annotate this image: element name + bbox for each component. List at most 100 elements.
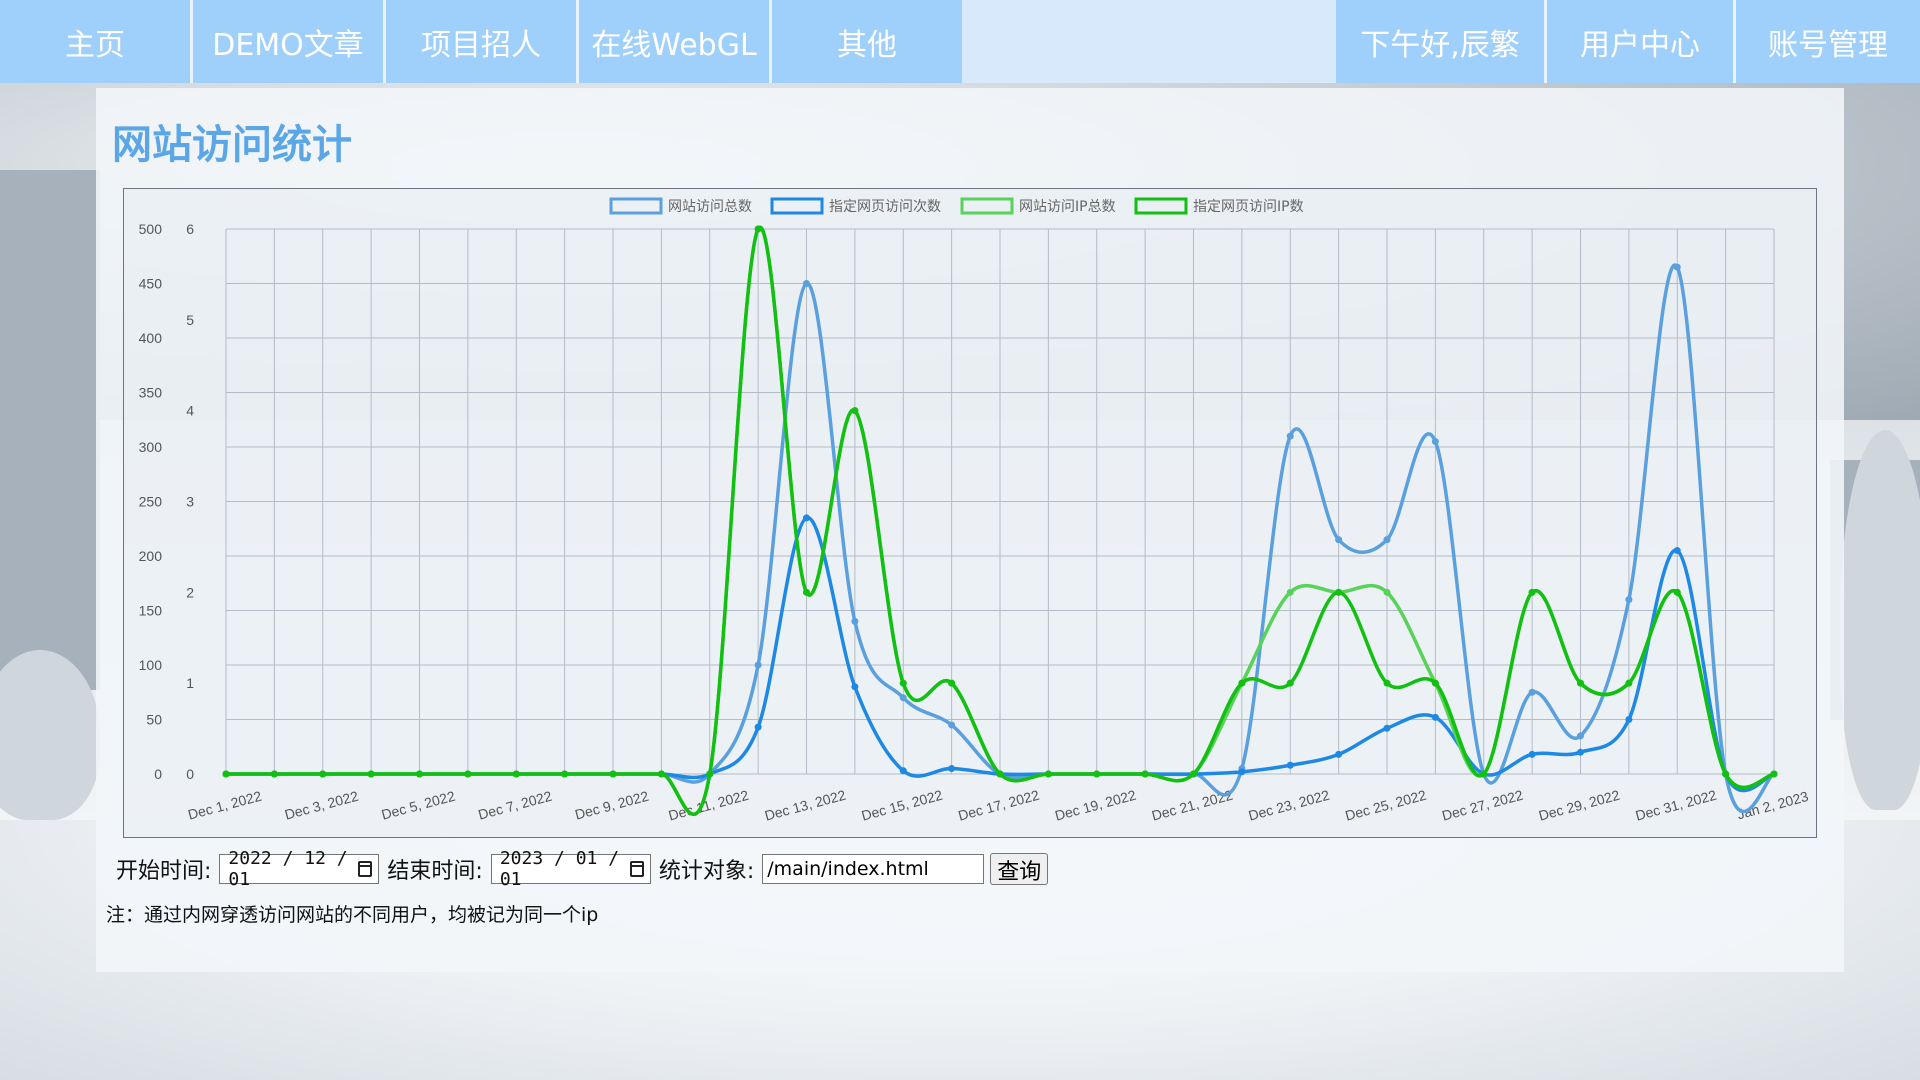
series-point-1 (803, 514, 810, 522)
page-title: 网站访问统计 (112, 122, 352, 168)
series-point-0 (1577, 732, 1584, 740)
y-left-tick-label: 300 (139, 439, 163, 455)
nav-webgl[interactable]: 在线WebGL (576, 0, 769, 83)
legend-swatch (960, 197, 1014, 215)
series-point-0 (1383, 536, 1391, 544)
x-tick-label: Dec 21, 2022 (1150, 787, 1235, 824)
x-tick-label: Dec 17, 2022 (956, 787, 1041, 824)
series-point-0 (1335, 536, 1343, 544)
nav-greeting[interactable]: 下午好,辰繁 (1336, 0, 1544, 83)
background-building-left (0, 170, 100, 690)
series-point-1 (754, 723, 762, 731)
y-right-tick-label: 0 (186, 766, 194, 782)
y-left-tick-label: 250 (139, 494, 163, 510)
x-tick-label: Dec 29, 2022 (1537, 787, 1622, 824)
start-date-input[interactable]: 2022 / 12 / 01 (219, 848, 380, 890)
series-point-3 (270, 770, 278, 778)
series-point-0 (1673, 263, 1681, 271)
series-point-3 (1577, 679, 1584, 687)
series-point-2 (1286, 588, 1294, 596)
series-point-1 (1431, 713, 1439, 721)
series-point-3 (416, 770, 423, 778)
series-point-3 (512, 770, 520, 778)
x-tick-label: Dec 19, 2022 (1053, 787, 1138, 824)
series-point-0 (1625, 596, 1633, 604)
y-right-tick-label: 4 (186, 403, 194, 419)
background-tree-right (1840, 430, 1920, 810)
series-point-3 (367, 770, 375, 778)
x-tick-label: Dec 13, 2022 (763, 787, 848, 824)
series-point-3 (1673, 588, 1681, 596)
y-right-tick-label: 3 (186, 494, 194, 510)
nav-user-center[interactable]: 用户中心 (1544, 0, 1733, 83)
series-point-1 (948, 765, 956, 773)
series-point-3 (996, 770, 1004, 778)
x-tick-label: Dec 1, 2022 (186, 788, 263, 823)
legend-swatch (770, 197, 824, 215)
series-point-1 (1238, 768, 1246, 776)
y-left-tick-label: 100 (139, 657, 163, 673)
start-time-label: 开始时间: (116, 859, 212, 884)
series-point-3 (803, 588, 810, 596)
series-point-3 (706, 770, 714, 778)
series-point-1 (1383, 724, 1391, 732)
y-left-tick-label: 50 (146, 712, 162, 728)
series-point-3 (948, 679, 956, 687)
series-point-0 (1286, 432, 1294, 440)
x-tick-label: Jan 2, 2023 (1735, 788, 1810, 822)
calendar-icon[interactable] (629, 861, 645, 877)
legend-label: 指定网页访问IP数 (1193, 199, 1304, 215)
series-point-3 (851, 407, 859, 415)
series-point-0 (1528, 688, 1536, 696)
series-point-3 (899, 679, 907, 687)
series-point-3 (1480, 770, 1488, 778)
legend-swatch (1134, 197, 1188, 215)
nav-account-manage[interactable]: 账号管理 (1733, 0, 1920, 83)
series-point-3 (1044, 770, 1052, 778)
y-left-tick-label: 450 (139, 276, 163, 292)
legend-label: 网站访问总数 (668, 199, 752, 215)
x-tick-label: Dec 27, 2022 (1440, 787, 1525, 824)
series-point-1 (1577, 748, 1584, 756)
series-point-3 (609, 770, 617, 778)
nav-other[interactable]: 其他 (769, 0, 962, 83)
y-left-tick-label: 350 (139, 385, 163, 401)
series-point-1 (1673, 547, 1681, 555)
x-tick-label: Dec 11, 2022 (667, 787, 751, 824)
target-path-input[interactable] (762, 854, 985, 884)
nav-home[interactable]: 主页 (0, 0, 190, 83)
x-tick-label: Dec 31, 2022 (1634, 787, 1719, 824)
series-point-3 (1722, 770, 1730, 778)
legend-label: 网站访问IP总数 (1019, 199, 1116, 215)
y-left-tick-label: 400 (139, 330, 163, 346)
series-point-0 (1431, 438, 1439, 446)
series-point-3 (1383, 679, 1391, 687)
series-point-0 (899, 694, 907, 702)
calendar-icon[interactable] (358, 861, 373, 877)
series-point-3 (1093, 770, 1101, 778)
y-left-tick-label: 500 (139, 221, 163, 237)
series-point-0 (754, 661, 762, 669)
y-right-tick-label: 1 (186, 675, 194, 691)
series-point-0 (803, 280, 810, 287)
series-point-2 (1383, 588, 1391, 596)
series-point-0 (948, 721, 956, 729)
x-tick-label: Dec 3, 2022 (283, 788, 360, 823)
y-left-tick-label: 0 (154, 766, 162, 782)
y-right-tick-label: 2 (186, 584, 194, 600)
series-point-1 (1625, 716, 1633, 723)
end-date-input[interactable]: 2023 / 01 / 01 (490, 848, 651, 890)
query-controls: 开始时间: 2022 / 12 / 01 结束时间: 2023 / 01 / 0… (116, 848, 1049, 890)
y-left-tick-label: 150 (139, 603, 163, 619)
end-date-value: 2023 / 01 / 01 (499, 848, 620, 890)
series-point-3 (1286, 679, 1294, 687)
ip-note: 注：通过内网穿透访问网站的不同用户，均被记为同一个ip (106, 904, 599, 926)
nav-recruit[interactable]: 项目招人 (383, 0, 576, 83)
nav-demo-articles[interactable]: DEMO文章 (190, 0, 383, 83)
x-tick-label: Dec 25, 2022 (1343, 787, 1428, 824)
x-tick-label: Dec 9, 2022 (573, 788, 650, 823)
visit-chart: 0 50 100 150 200 250 300 350 400 450 500 0 1 2 3 4 5 6 Dec… (123, 188, 1817, 838)
series-point-3 (1335, 588, 1343, 596)
query-button[interactable]: 查询 (990, 853, 1049, 885)
y-left-tick-label: 200 (139, 548, 163, 564)
